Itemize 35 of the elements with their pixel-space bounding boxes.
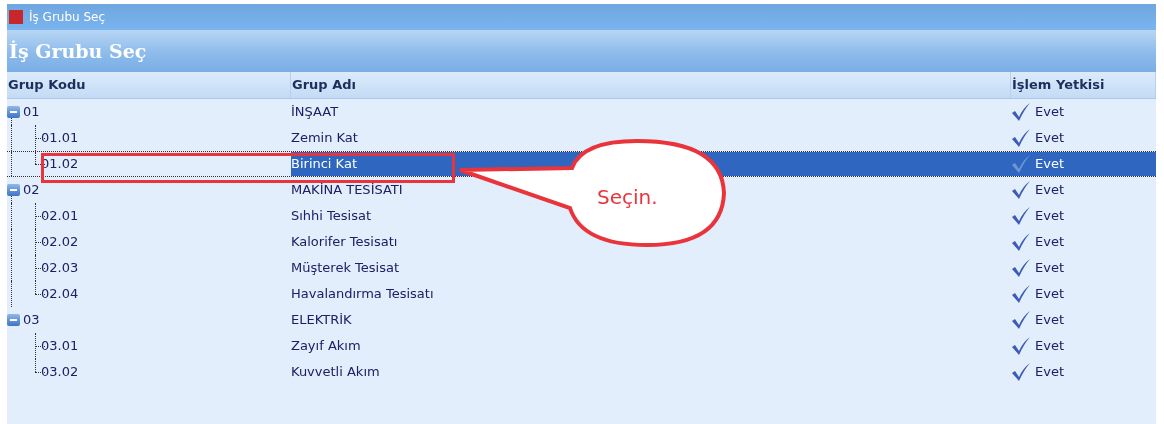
name-text: Havalandırma Tesisatı xyxy=(291,285,434,304)
callout-tooltip-text: Seçin. xyxy=(597,184,658,211)
permission-text: Evet xyxy=(1035,259,1064,278)
code-text: 02 xyxy=(23,181,40,200)
name-text: Kuvvetli Akım xyxy=(291,363,380,382)
name-text: MAKİNA TESİSATI xyxy=(291,181,403,200)
name-text: Müşterek Tesisat xyxy=(291,259,399,278)
name-text: Sıhhi Tesisat xyxy=(291,207,372,226)
permission-text: Evet xyxy=(1035,363,1064,382)
code-text: 01.01 xyxy=(41,129,79,148)
code-text: 02.03 xyxy=(41,259,79,278)
code-text: 02.01 xyxy=(41,207,79,226)
name-text: Kalorifer Tesisatı xyxy=(291,233,398,252)
code-text: 02.04 xyxy=(41,285,79,304)
code-text: 01 xyxy=(23,103,40,122)
permission-text: Evet xyxy=(1035,129,1064,148)
permission-text: Evet xyxy=(1035,337,1064,356)
name-text: İNŞAAT xyxy=(291,103,339,122)
name-text: Zemin Kat xyxy=(291,129,358,148)
window-title: İş Grubu Seç xyxy=(29,9,106,26)
permission-text: Evet xyxy=(1035,233,1064,252)
permission-text: Evet xyxy=(1035,285,1064,304)
page-heading: İş Grubu Seç xyxy=(9,38,147,64)
name-text: Birinci Kat xyxy=(291,155,357,174)
name-text: ELEKTRİK xyxy=(291,311,352,330)
permission-text: Evet xyxy=(1035,207,1064,226)
permission-text: Evet xyxy=(1035,103,1064,122)
code-text: 03.02 xyxy=(41,363,79,382)
code-text: 02.02 xyxy=(41,233,79,252)
code-text: 03 xyxy=(23,311,40,330)
permission-text: Evet xyxy=(1035,181,1064,200)
name-text: Zayıf Akım xyxy=(291,337,361,356)
permission-text: Evet xyxy=(1035,155,1064,174)
permission-text: Evet xyxy=(1035,311,1064,330)
code-text: 03.01 xyxy=(41,337,79,356)
